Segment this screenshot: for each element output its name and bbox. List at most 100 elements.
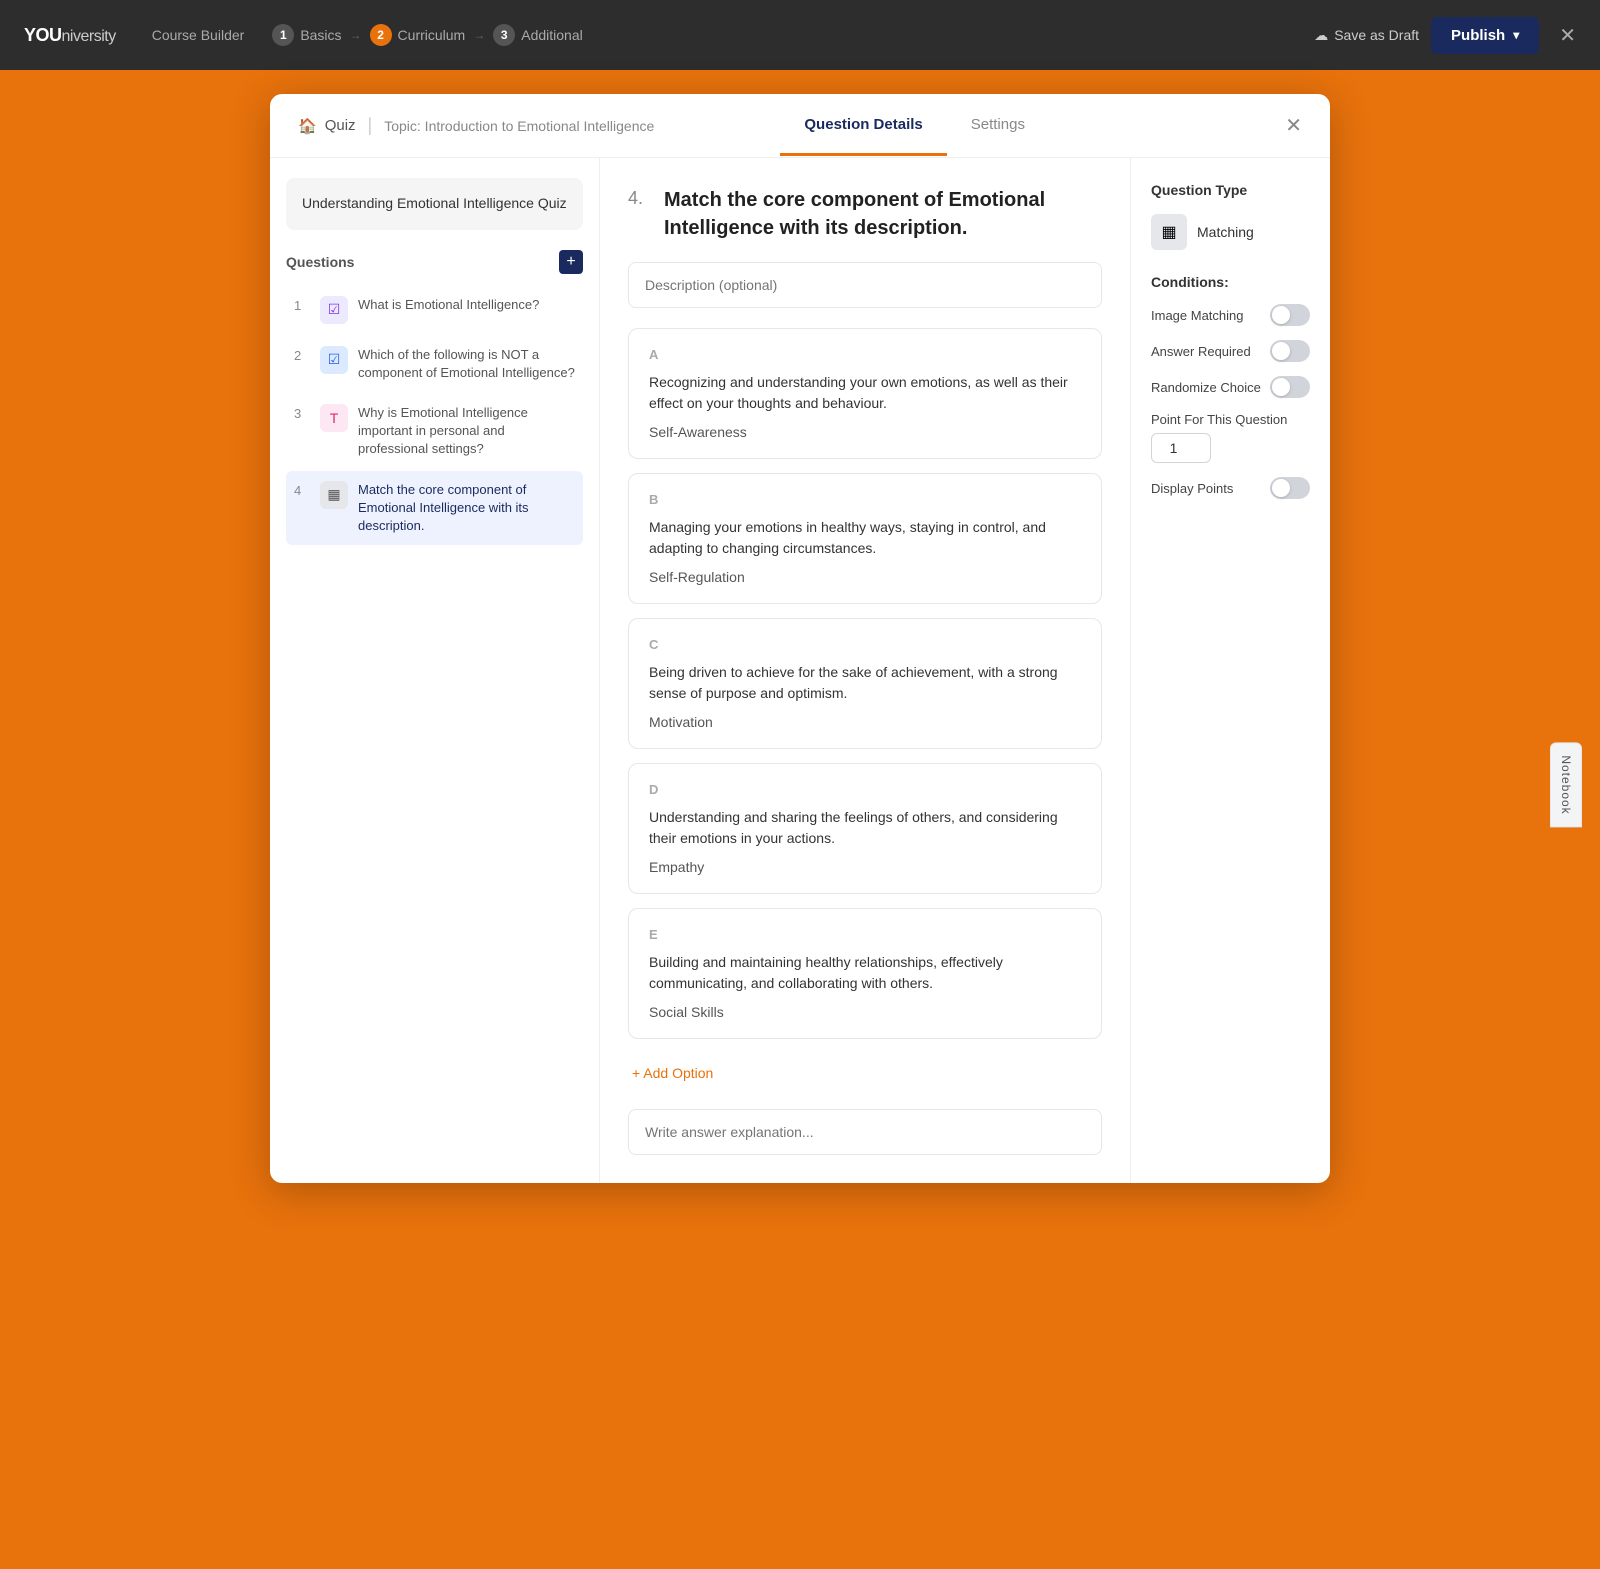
question-type-display: ▦ Matching [1151,214,1310,250]
add-option-button[interactable]: + Add Option [628,1053,717,1093]
right-panel: Question Type ▦ Matching Conditions: Ima… [1130,158,1330,1183]
question-number: 4. [628,188,652,209]
modal-close-button[interactable]: ✕ [1285,113,1302,138]
answer-explanation-input[interactable] [628,1109,1102,1155]
close-nav-button[interactable]: ✕ [1559,23,1576,48]
answer-required-row: Answer Required [1151,340,1310,362]
option-match-a: Self-Awareness [649,424,1081,440]
question-text-3: Why is Emotional Intelligence important … [358,404,575,459]
chevron-down-icon: ▾ [1513,28,1519,42]
step-2-num: 2 [370,24,392,46]
randomize-choice-toggle[interactable] [1270,376,1310,398]
option-content-c: Being driven to achieve for the sake of … [649,662,1081,704]
question-title: Match the core component of Emotional In… [664,186,1102,242]
option-label-b: B [649,492,1081,507]
option-match-e: Social Skills [649,1004,1081,1020]
description-input[interactable] [628,262,1102,308]
left-sidebar: Understanding Emotional Intelligence Qui… [270,158,600,1183]
logo-niversity: niversity [62,28,116,45]
option-content-e: Building and maintaining healthy relatio… [649,952,1081,994]
question-icon-2: ☑ [320,346,348,374]
step-curriculum: 2 Curriculum [370,24,466,46]
answer-required-toggle[interactable] [1270,340,1310,362]
point-label: Point For This Question [1151,412,1310,427]
conditions-title: Conditions: [1151,274,1310,290]
question-num-4: 4 [294,483,310,498]
question-icon-3: T [320,404,348,432]
notebook-tab[interactable]: Notebook [1550,742,1582,827]
question-text-4: Match the core component of Emotional In… [358,481,575,536]
quiz-modal: 🏠 Quiz | Topic: Introduction to Emotiona… [270,94,1330,1183]
step-indicators: 1 Basics → 2 Curriculum → 3 Additional [272,24,582,46]
question-item[interactable]: 2 ☑ Which of the following is NOT a comp… [286,336,583,392]
option-match-b: Self-Regulation [649,569,1081,585]
questions-label: Questions [286,254,354,270]
top-navigation: YOUniversity Course Builder 1 Basics → 2… [0,0,1600,70]
question-item[interactable]: 4 ▦ Match the core component of Emotiona… [286,471,583,546]
quiz-title: Understanding Emotional Intelligence Qui… [302,195,567,211]
question-type-name: Matching [1197,224,1254,240]
image-matching-label: Image Matching [1151,308,1244,323]
question-header: 4. Match the core component of Emotional… [628,186,1102,242]
option-content-d: Understanding and sharing the feelings o… [649,807,1081,849]
question-item[interactable]: 1 ☑ What is Emotional Intelligence? [286,286,583,334]
question-num-3: 3 [294,406,310,421]
option-card-a: A Recognizing and understanding your own… [628,328,1102,459]
save-draft-button[interactable]: ☁ Save as Draft [1314,27,1419,44]
quiz-title-box: Understanding Emotional Intelligence Qui… [286,178,583,230]
option-card-d: D Understanding and sharing the feelings… [628,763,1102,894]
add-question-button[interactable]: + [559,250,583,274]
logo: YOUniversity [24,25,116,46]
modal-header: 🏠 Quiz | Topic: Introduction to Emotiona… [270,94,1330,158]
option-content-a: Recognizing and understanding your own e… [649,372,1081,414]
answer-required-label: Answer Required [1151,344,1251,359]
question-text-1: What is Emotional Intelligence? [358,296,575,314]
option-content-b: Managing your emotions in healthy ways, … [649,517,1081,559]
question-type-label: Question Type [1151,182,1310,198]
modal-body: Understanding Emotional Intelligence Qui… [270,158,1330,1183]
tab-settings[interactable]: Settings [947,96,1049,156]
option-card-c: C Being driven to achieve for the sake o… [628,618,1102,749]
questions-header: Questions + [286,250,583,274]
step-1-label: Basics [300,27,341,43]
topic-label: Topic: Introduction to Emotional Intelli… [384,118,654,134]
randomize-choice-label: Randomize Choice [1151,380,1261,395]
nav-right-actions: ☁ Save as Draft Publish ▾ ✕ [1314,17,1576,54]
question-text-2: Which of the following is NOT a componen… [358,346,575,382]
point-row: Point For This Question [1151,412,1310,463]
step-3-label: Additional [521,27,583,43]
randomize-choice-row: Randomize Choice [1151,376,1310,398]
step-2-label: Curriculum [398,27,466,43]
option-match-c: Motivation [649,714,1081,730]
option-label-d: D [649,782,1081,797]
notebook-tab-container: Notebook [1550,742,1582,827]
logo-you: YOU [24,25,62,45]
question-icon-1: ☑ [320,296,348,324]
quiz-home-icon: 🏠 [298,117,317,135]
option-card-e: E Building and maintaining healthy relat… [628,908,1102,1039]
arrow-1: → [350,28,362,42]
image-matching-toggle[interactable] [1270,304,1310,326]
publish-label: Publish [1451,27,1505,44]
question-num-1: 1 [294,298,310,313]
question-list: 1 ☑ What is Emotional Intelligence? 2 ☑ … [286,286,583,546]
main-area: 🏠 Quiz | Topic: Introduction to Emotiona… [0,70,1600,1569]
option-match-d: Empathy [649,859,1081,875]
step-basics: 1 Basics [272,24,341,46]
image-matching-row: Image Matching [1151,304,1310,326]
center-content: 4. Match the core component of Emotional… [600,158,1130,1183]
modal-tabs: Question Details Settings [780,96,1049,156]
header-divider: | [368,115,373,136]
tab-question-details[interactable]: Question Details [780,96,946,156]
option-label-e: E [649,927,1081,942]
question-item[interactable]: 3 T Why is Emotional Intelligence import… [286,394,583,469]
option-label-a: A [649,347,1081,362]
display-points-toggle[interactable] [1270,477,1310,499]
step-3-num: 3 [493,24,515,46]
point-input[interactable] [1151,433,1211,463]
modal-header-left: 🏠 Quiz | Topic: Introduction to Emotiona… [298,115,654,136]
publish-button[interactable]: Publish ▾ [1431,17,1539,54]
display-points-label: Display Points [1151,481,1233,496]
save-draft-label: Save as Draft [1334,27,1419,43]
course-builder-label: Course Builder [152,27,245,43]
